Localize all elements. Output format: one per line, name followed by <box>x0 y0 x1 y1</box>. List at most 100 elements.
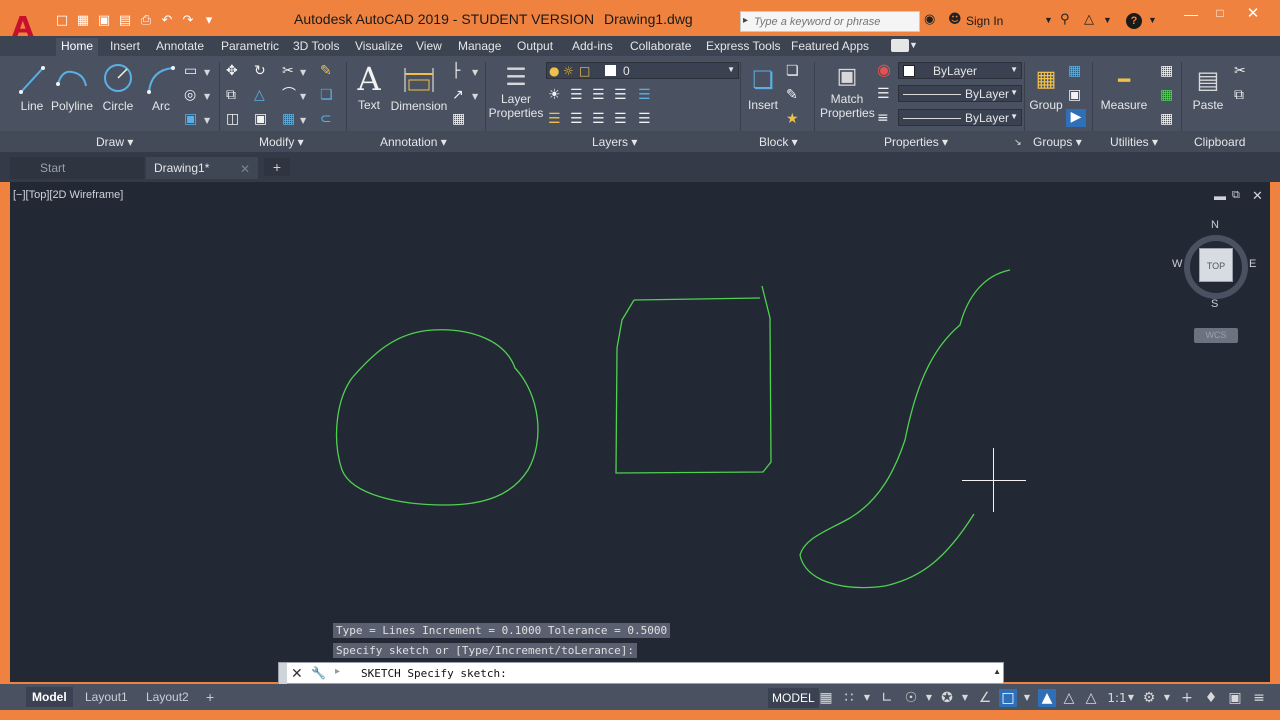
open-file-icon[interactable]: ▦ <box>75 13 91 29</box>
copy-clip-icon[interactable]: ⧉ <box>1234 87 1244 103</box>
group-edit-icon[interactable]: ▣ <box>1068 87 1081 103</box>
match-properties-button[interactable]: ▣ Match Properties <box>820 62 875 124</box>
layer-thaw-icon[interactable]: ☼ <box>563 63 574 79</box>
tab-visualize[interactable]: Visualize <box>350 38 408 56</box>
compass-east[interactable]: E <box>1249 258 1256 270</box>
trim-icon[interactable]: ✂ <box>282 63 294 79</box>
scale-icon[interactable]: ▣ <box>254 111 267 127</box>
layer-state-icon[interactable]: ☰ <box>638 87 651 103</box>
properties-launcher-icon[interactable]: ↘ <box>1014 137 1022 148</box>
command-history-toggle-icon[interactable]: ▲ <box>993 667 1001 676</box>
minimize-window-icon[interactable]: — <box>1182 6 1200 24</box>
create-block-icon[interactable]: ❏ <box>786 63 799 79</box>
help-icon[interactable]: ? <box>1126 13 1142 29</box>
panel-title-layers[interactable]: Layers ▾ <box>592 135 637 149</box>
drawing-canvas[interactable] <box>10 182 1270 682</box>
cut-icon[interactable]: ✂ <box>1234 63 1246 79</box>
text-tool-button[interactable]: A Text <box>352 60 386 120</box>
isolate-objects-icon[interactable]: ♦ <box>1202 689 1220 707</box>
circle-tool-button[interactable]: Circle <box>99 62 137 120</box>
layer-properties-button[interactable]: ☰ Layer Properties <box>488 62 544 124</box>
annotation-scale-icon[interactable]: △ <box>1082 689 1100 707</box>
layer-freeze-icon[interactable]: ☰ <box>592 87 605 103</box>
select-all-icon[interactable]: ▦ <box>1160 87 1173 103</box>
redo-icon[interactable]: ↷ <box>180 13 196 29</box>
clean-screen-icon[interactable]: ▣ <box>1226 689 1244 707</box>
linear-dimension-icon[interactable]: ├ <box>452 63 460 79</box>
linetype-dropdown[interactable]: ByLayer ▼ <box>898 85 1022 102</box>
command-line-grip[interactable] <box>279 663 287 685</box>
array-dropdown-icon[interactable]: ▼ <box>300 113 306 129</box>
polar-tracking-icon[interactable]: ☉ <box>902 689 920 707</box>
trim-dropdown-icon[interactable]: ▼ <box>300 65 306 81</box>
help-search-box[interactable]: ▸ <box>740 11 920 32</box>
viewport-controls[interactable]: [−][Top][2D Wireframe] <box>13 189 123 201</box>
workspace-gear-icon[interactable]: ⚙ <box>1140 689 1158 707</box>
rectangle-dropdown-icon[interactable]: ▼ <box>204 65 210 81</box>
compass-north[interactable]: N <box>1211 219 1219 231</box>
edit-block-icon[interactable]: ✎ <box>786 87 798 103</box>
color-wheel-icon[interactable]: ◉ <box>877 62 891 78</box>
fillet-dropdown-icon[interactable]: ▼ <box>300 89 306 105</box>
ungroup-icon[interactable]: ▦ <box>1068 63 1081 79</box>
panel-title-properties[interactable]: Properties ▾ <box>884 135 948 149</box>
layer-previous-icon[interactable]: ☰ <box>592 111 605 127</box>
binoculars-search-icon[interactable]: ◉ <box>924 12 935 27</box>
polar-dropdown-icon[interactable]: ▼ <box>920 689 938 707</box>
compass-south[interactable]: S <box>1211 298 1218 310</box>
layer-walk-icon[interactable]: ☰ <box>614 111 627 127</box>
layer-off-icon[interactable]: ☀ <box>548 87 561 103</box>
layer-on-icon[interactable]: ● <box>549 63 559 79</box>
array-icon[interactable]: ▦ <box>282 111 295 127</box>
annotation-visibility-icon[interactable]: ▲ <box>1038 689 1056 707</box>
leader-icon[interactable]: ↗ <box>452 87 464 103</box>
calculator-icon[interactable]: ▦ <box>1160 111 1173 127</box>
group-selection-icon[interactable]: ▶ <box>1066 109 1086 127</box>
tab-home[interactable]: Home <box>56 38 99 56</box>
lineweight-dropdown[interactable]: ByLayer ▼ <box>898 109 1022 126</box>
layout-tab-layout2[interactable]: Layout2 <box>140 687 195 707</box>
rectangle-icon[interactable]: ▭ <box>184 63 197 79</box>
customization-menu-icon[interactable]: ≡ <box>1250 689 1268 707</box>
close-window-icon[interactable]: ✕ <box>1244 4 1262 22</box>
copy-icon[interactable]: ⧉ <box>226 87 236 103</box>
new-tab-button[interactable]: + <box>264 158 290 176</box>
ribbon-options-dropdown-icon[interactable]: ▼ <box>909 40 918 50</box>
color-dropdown[interactable]: ByLayer ▼ <box>898 62 1022 79</box>
stretch-icon[interactable]: ◫ <box>226 111 239 127</box>
layer-lock-icon[interactable]: ☰ <box>614 87 627 103</box>
command-line[interactable]: ✕ 🔧 ▸ ▲ <box>278 662 1004 685</box>
panel-title-groups[interactable]: Groups ▾ <box>1033 135 1082 149</box>
cart-icon[interactable]: ⚲ <box>1060 12 1070 27</box>
layout-tab-model[interactable]: Model <box>26 687 73 707</box>
snap-icon[interactable]: ∷ <box>840 689 858 707</box>
undo-icon[interactable]: ↶ <box>159 13 175 29</box>
maximize-window-icon[interactable]: □ <box>1211 6 1229 24</box>
tab-add-ins[interactable]: Add-ins <box>567 38 618 56</box>
tab-output[interactable]: Output <box>512 38 558 56</box>
panel-title-clipboard[interactable]: Clipboard <box>1194 135 1245 149</box>
qat-dropdown-icon[interactable]: ▾ <box>201 13 217 29</box>
annotation-monitor-icon[interactable]: + <box>1178 689 1196 707</box>
viewport-close-icon[interactable]: ✕ <box>1252 188 1263 204</box>
viewport-minimize-icon[interactable]: ▬ <box>1214 189 1226 203</box>
auto-scale-icon[interactable]: △ <box>1060 689 1078 707</box>
group-button[interactable]: ▦ Group <box>1026 62 1066 122</box>
save-as-icon[interactable]: ▤ <box>117 13 133 29</box>
tab-featured-apps[interactable]: Featured Apps <box>786 38 874 56</box>
object-snap-dropdown-icon[interactable]: ▼ <box>1018 689 1036 707</box>
insert-block-button[interactable]: ❏ Insert <box>744 62 782 122</box>
viewcube-top-face[interactable]: TOP <box>1199 248 1233 282</box>
rotate-icon[interactable]: ↻ <box>254 63 266 79</box>
make-current-icon[interactable]: ☰ <box>548 111 561 127</box>
close-tab-icon[interactable]: ✕ <box>240 162 250 176</box>
panel-title-utilities[interactable]: Utilities ▾ <box>1110 135 1158 149</box>
object-snap-icon[interactable]: □ <box>999 689 1017 707</box>
user-icon[interactable]: ☻ <box>948 12 962 27</box>
help-search-input[interactable] <box>754 12 919 31</box>
command-close-icon[interactable]: ✕ <box>291 665 303 682</box>
search-expand-icon[interactable]: ▸ <box>743 15 748 26</box>
tab-collaborate[interactable]: Collaborate <box>625 38 696 56</box>
tab-insert[interactable]: Insert <box>105 38 145 56</box>
tab-start[interactable]: Start <box>10 157 144 179</box>
